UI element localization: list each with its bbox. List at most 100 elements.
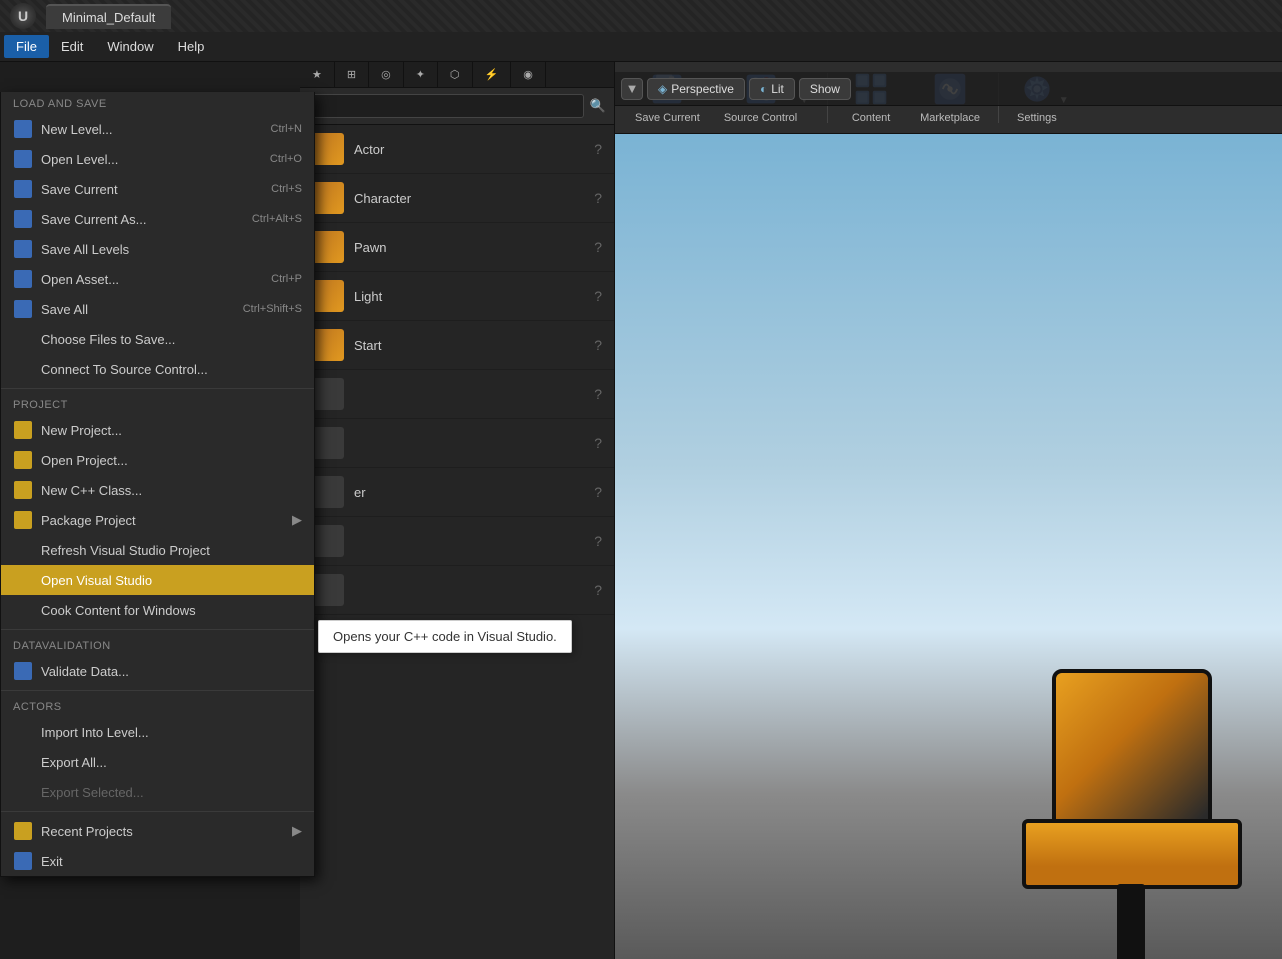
project-tab[interactable]: Minimal_Default: [46, 4, 171, 29]
menu-new-project[interactable]: New Project...: [1, 415, 314, 445]
pawn-help-icon[interactable]: ?: [594, 239, 602, 255]
divider-4: [1, 811, 314, 812]
place-search-bar: 🔍: [300, 88, 614, 125]
character-icon: [312, 182, 344, 214]
perspective-button[interactable]: ◈ Perspective: [647, 78, 745, 100]
divider-3: [1, 690, 314, 691]
place-search-icon[interactable]: 🔍: [590, 98, 606, 114]
menu-save-all[interactable]: Save All Ctrl+Shift+S: [1, 294, 314, 324]
place-tab-visual[interactable]: ✦: [404, 62, 438, 87]
item10-help-icon[interactable]: ?: [594, 582, 602, 598]
menu-save-current-as[interactable]: Save Current As... Ctrl+Alt+S: [1, 204, 314, 234]
recent-projects-icon: [13, 821, 33, 841]
lit-icon: ◐: [760, 82, 767, 96]
list-item-pawn[interactable]: Pawn ?: [300, 223, 614, 272]
menu-edit[interactable]: Edit: [49, 35, 95, 58]
menu-window[interactable]: Window: [95, 35, 165, 58]
place-tab-favorites[interactable]: ★: [300, 62, 335, 87]
save-as-icon: [13, 209, 33, 229]
import-level-icon: [13, 722, 33, 742]
start-help-icon[interactable]: ?: [594, 337, 602, 353]
lit-button[interactable]: ◐ Lit: [749, 78, 795, 100]
menu-help[interactable]: Help: [166, 35, 217, 58]
item9-help-icon[interactable]: ?: [594, 533, 602, 549]
exit-icon: [13, 851, 33, 871]
list-item-9[interactable]: ?: [300, 517, 614, 566]
place-tabs: ★ ⊞ ◎ ✦ ⬡ ⚡ ◉: [300, 62, 614, 88]
new-project-icon: [13, 420, 33, 440]
menu-new-cpp-class[interactable]: New C++ Class...: [1, 475, 314, 505]
menu-export-all[interactable]: Export All...: [1, 747, 314, 777]
perspective-label: Perspective: [671, 82, 734, 96]
place-search-input[interactable]: [308, 94, 584, 118]
list-item-light[interactable]: Light ?: [300, 272, 614, 321]
place-tab-lights[interactable]: ◎: [369, 62, 404, 87]
actor-name: Actor: [354, 142, 594, 157]
menu-file[interactable]: File: [4, 35, 49, 58]
character-help-icon[interactable]: ?: [594, 190, 602, 206]
save-all-icon: [13, 299, 33, 319]
list-item-actor[interactable]: Actor ?: [300, 125, 614, 174]
light-icon: [312, 280, 344, 312]
actor-help-icon[interactable]: ?: [594, 141, 602, 157]
open-project-icon: [13, 450, 33, 470]
item6-help-icon[interactable]: ?: [594, 386, 602, 402]
tooltip: Opens your C++ code in Visual Studio.: [318, 620, 572, 653]
list-item-er[interactable]: er ?: [300, 468, 614, 517]
app-body: ★ ⊞ ◎ ✦ ⬡ ⚡ ◉ 🔍 Actor ? Character ?: [0, 62, 1282, 959]
list-item-start[interactable]: Start ?: [300, 321, 614, 370]
menu-bar: File Edit Window Help: [0, 32, 1282, 62]
new-level-icon: [13, 119, 33, 139]
menu-open-level[interactable]: Open Level... Ctrl+O: [1, 144, 314, 174]
menu-choose-files[interactable]: Choose Files to Save...: [1, 324, 314, 354]
menu-connect-source[interactable]: Connect To Source Control...: [1, 354, 314, 384]
viewport: [615, 134, 1282, 959]
character-name: Character: [354, 191, 594, 206]
list-item-10[interactable]: ?: [300, 566, 614, 615]
menu-open-project[interactable]: Open Project...: [1, 445, 314, 475]
menu-new-level[interactable]: New Level... Ctrl+N: [1, 114, 314, 144]
item7-help-icon[interactable]: ?: [594, 435, 602, 451]
menu-cook-content[interactable]: Cook Content for Windows: [1, 595, 314, 625]
refresh-vs-icon: [13, 540, 33, 560]
show-button[interactable]: Show: [799, 78, 851, 100]
light-help-icon[interactable]: ?: [594, 288, 602, 304]
er-help-icon[interactable]: ?: [594, 484, 602, 500]
menu-open-vs[interactable]: Open Visual Studio: [1, 565, 314, 595]
menu-exit[interactable]: Exit: [1, 846, 314, 876]
cook-content-icon: [13, 600, 33, 620]
section-actors: Actors: [1, 695, 314, 717]
title-bar: U Minimal_Default: [0, 0, 1282, 32]
pawn-icon: [312, 231, 344, 263]
actor-icon: [312, 133, 344, 165]
file-menu: Load and Save New Level... Ctrl+N Open L…: [0, 92, 315, 877]
er-name: er: [354, 485, 594, 500]
er-icon: [312, 476, 344, 508]
place-tab-volumes[interactable]: ⬡: [438, 62, 473, 87]
list-item-6[interactable]: ?: [300, 370, 614, 419]
section-datavalidation: DataValidation: [1, 634, 314, 656]
menu-validate-data[interactable]: Validate Data...: [1, 656, 314, 686]
item6-icon: [312, 378, 344, 410]
list-item-7[interactable]: ?: [300, 419, 614, 468]
pawn-name: Pawn: [354, 240, 594, 255]
export-all-icon: [13, 752, 33, 772]
choose-files-icon: [13, 329, 33, 349]
save-icon: [13, 179, 33, 199]
menu-open-asset[interactable]: Open Asset... Ctrl+P: [1, 264, 314, 294]
show-label: Show: [810, 82, 840, 96]
menu-refresh-vs[interactable]: Refresh Visual Studio Project: [1, 535, 314, 565]
place-tab-geometry[interactable]: ⊞: [335, 62, 369, 87]
start-name: Start: [354, 338, 594, 353]
place-tab-extra[interactable]: ◉: [511, 62, 546, 87]
start-icon: [312, 329, 344, 361]
menu-save-current[interactable]: Save Current Ctrl+S: [1, 174, 314, 204]
menu-package-project[interactable]: Package Project ▶: [1, 505, 314, 535]
viewport-dropdown-button[interactable]: ▼: [621, 78, 643, 100]
menu-import-level[interactable]: Import Into Level...: [1, 717, 314, 747]
list-item-character[interactable]: Character ?: [300, 174, 614, 223]
place-tab-all[interactable]: ⚡: [473, 62, 512, 87]
left-panel: ★ ⊞ ◎ ✦ ⬡ ⚡ ◉ 🔍 Actor ? Character ?: [0, 62, 615, 959]
menu-save-all-levels[interactable]: Save All Levels: [1, 234, 314, 264]
menu-recent-projects[interactable]: Recent Projects ▶: [1, 816, 314, 846]
